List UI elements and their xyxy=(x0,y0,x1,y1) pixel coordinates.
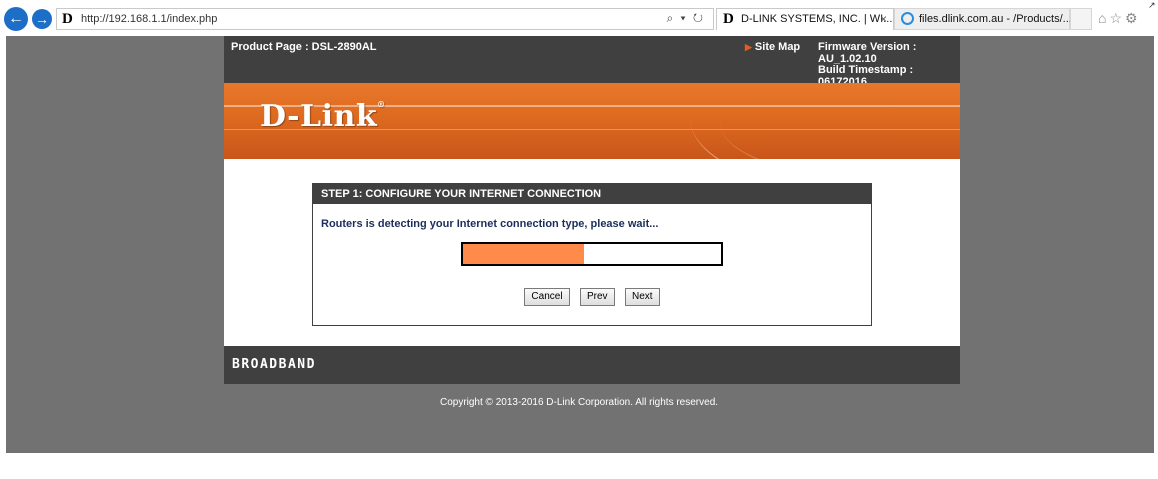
footer-bar: BROADBAND xyxy=(224,346,960,384)
site-map-link[interactable]: ▶ Site Map xyxy=(745,41,800,53)
next-button[interactable]: Next xyxy=(625,288,660,306)
brand-banner: D-Link® xyxy=(224,83,960,159)
tab-title: D-LINK SYSTEMS, INC. | WI... xyxy=(741,13,893,25)
search-refresh-icons[interactable]: ⌕ ▾ ↻ xyxy=(666,11,705,26)
main-content: STEP 1: CONFIGURE YOUR INTERNET CONNECTI… xyxy=(224,159,960,346)
banner-curve xyxy=(720,83,960,159)
prev-button[interactable]: Prev xyxy=(580,288,615,306)
dlink-favicon-icon: D xyxy=(62,11,73,27)
tab-files-dlink[interactable]: files.dlink.com.au - /Products/... xyxy=(894,8,1072,30)
router-page: Product Page : DSL-2890AL ▶ Site Map Firm… xyxy=(224,36,960,384)
site-map-label[interactable]: Site Map xyxy=(755,41,800,53)
tab-dlink-systems[interactable]: D D-LINK SYSTEMS, INC. | WI... × xyxy=(716,8,894,30)
tab-title: files.dlink.com.au - /Products/... xyxy=(919,13,1072,25)
cancel-button[interactable]: Cancel xyxy=(524,288,570,306)
broadband-brand: BROADBAND xyxy=(232,357,316,372)
mouse-cursor-icon: ↗ xyxy=(1148,0,1156,10)
copyright-text: Copyright © 2013-2016 D-Link Corporation… xyxy=(439,397,719,408)
firmware-version: Firmware Version : AU_1.02.10 xyxy=(818,41,917,65)
detecting-message: Routers is detecting your Internet conne… xyxy=(321,218,659,230)
internet-explorer-icon xyxy=(901,12,914,25)
back-arrow-icon[interactable]: ← xyxy=(4,7,28,31)
close-tab-icon[interactable]: × xyxy=(880,12,887,26)
wizard-buttons: Cancel Prev Next xyxy=(313,286,871,306)
product-page-label: Product Page : DSL-2890AL xyxy=(231,41,377,53)
arrow-right-icon: ▶ xyxy=(745,42,752,52)
dlink-logo: D-Link® xyxy=(260,99,386,134)
detection-progress-bar xyxy=(461,242,723,266)
browser-chrome: ← → D http://192.168.1.1/index.php ⌕ ▾ ↻… xyxy=(0,0,1158,36)
page-viewport: Product Page : DSL-2890AL ▶ Site Map Firm… xyxy=(0,36,1158,479)
wizard-title: STEP 1: CONFIGURE YOUR INTERNET CONNECTI… xyxy=(313,184,871,204)
setup-wizard-panel: STEP 1: CONFIGURE YOUR INTERNET CONNECTI… xyxy=(312,183,872,326)
header-bar: Product Page : DSL-2890AL ▶ Site Map Firm… xyxy=(224,36,960,88)
address-bar[interactable]: D http://192.168.1.1/index.php ⌕ ▾ ↻ xyxy=(56,8,714,30)
home-favorites-settings-icons[interactable]: ⌂☆⚙ xyxy=(1098,10,1141,27)
forward-arrow-icon[interactable]: → xyxy=(32,9,52,29)
dlink-favicon-icon: D xyxy=(723,11,734,27)
new-tab-button[interactable] xyxy=(1070,8,1092,30)
address-url[interactable]: http://192.168.1.1/index.php xyxy=(81,13,217,25)
progress-fill xyxy=(463,244,585,264)
